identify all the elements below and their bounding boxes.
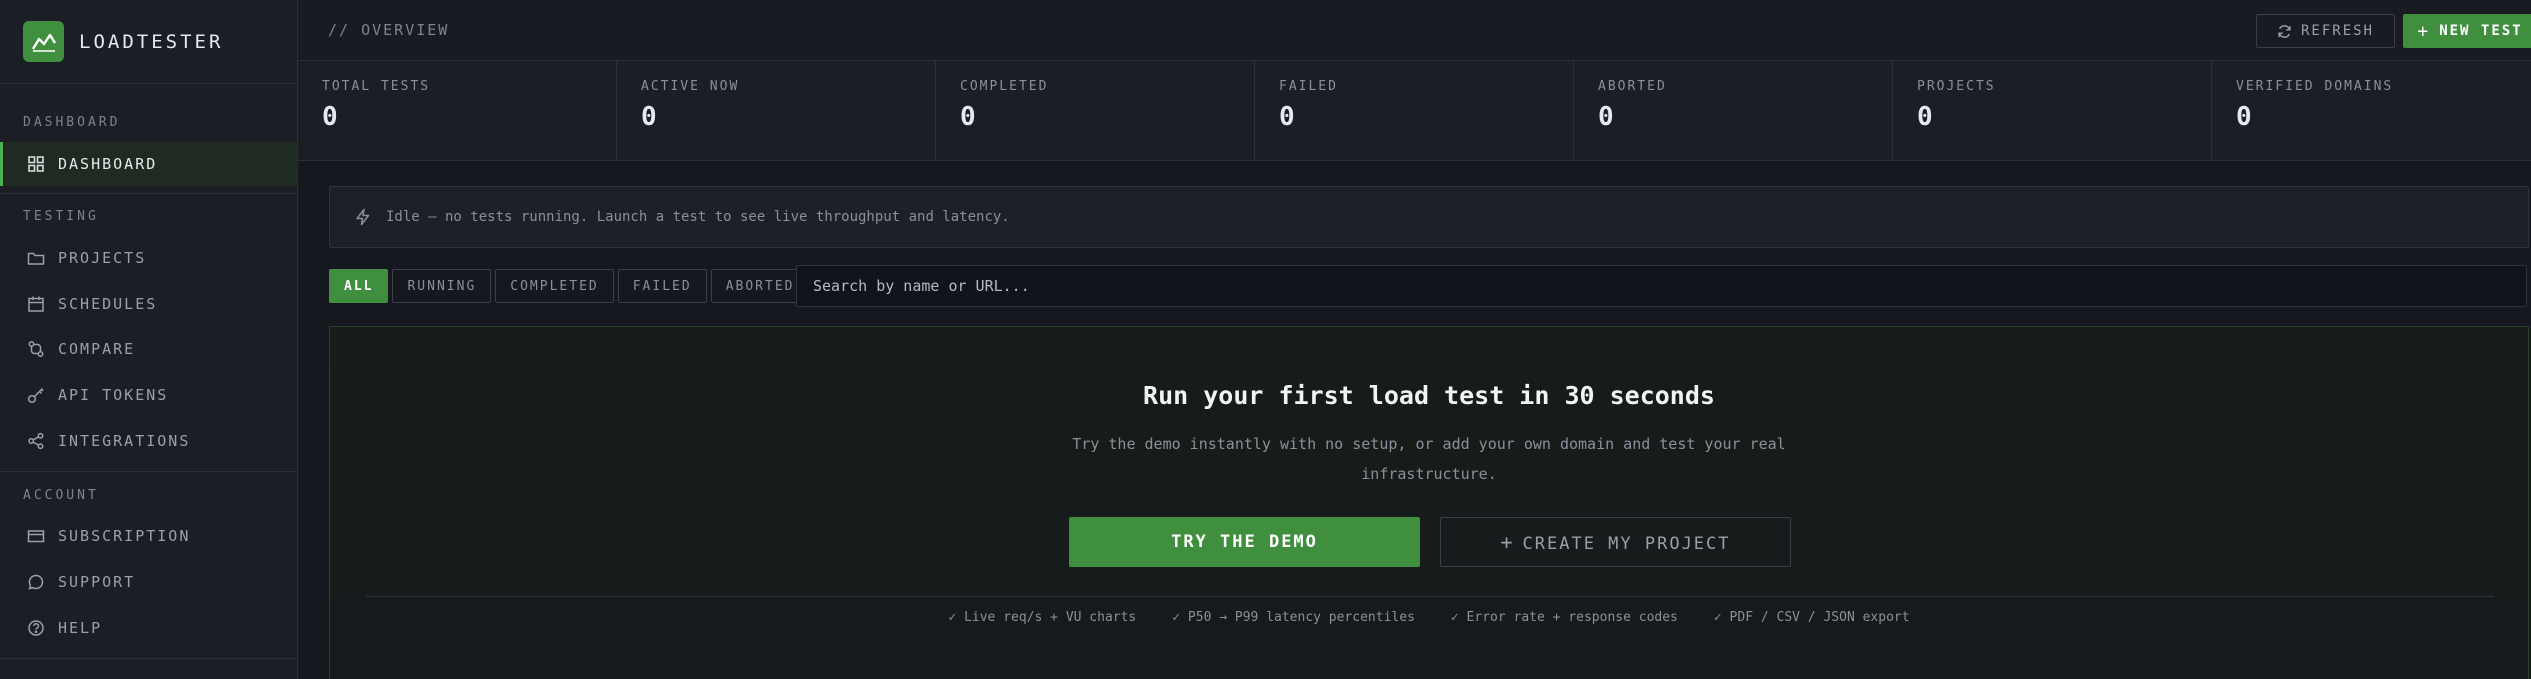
stat-value: 0 [960, 102, 976, 132]
stat-value: 0 [641, 102, 657, 132]
stat-label: TOTAL TESTS [322, 79, 431, 94]
refresh-label: REFRESH [2300, 23, 2374, 39]
stat-label: COMPLETED [960, 79, 1049, 94]
sidebar-item-label: HELP [58, 619, 103, 637]
new-test-button[interactable]: + NEW TEST [2403, 14, 2531, 48]
sidebar-item-api-tokens[interactable]: API TOKENS [0, 373, 297, 417]
chat-icon [27, 573, 45, 591]
calendar-icon [27, 295, 45, 313]
stat-value: 0 [2236, 102, 2252, 132]
sidebar-item-label: COMPARE [58, 340, 136, 358]
stat-label: ACTIVE NOW [641, 79, 740, 94]
brand[interactable]: LOADTESTER [0, 0, 297, 84]
feature-item: ✓ P50 → P99 latency percentiles [1172, 610, 1415, 625]
refresh-icon [2277, 24, 2292, 39]
feature-item: ✓ Live req/s + VU charts [948, 610, 1137, 625]
filter-running[interactable]: RUNNING [392, 269, 492, 303]
sidebar-item-compare[interactable]: COMPARE [0, 327, 297, 371]
help-icon [27, 619, 45, 637]
stat-active-now: ACTIVE NOW 0 [617, 61, 936, 160]
filter-all[interactable]: ALL [329, 269, 389, 303]
filter-failed[interactable]: FAILED [617, 269, 707, 303]
stat-verified-domains: VERIFIED DOMAINS 0 [2212, 61, 2531, 160]
credit-card-icon [27, 527, 45, 545]
key-icon [27, 386, 45, 404]
refresh-button[interactable]: REFRESH [2256, 14, 2395, 48]
section-label-dashboard: DASHBOARD [23, 115, 121, 130]
sidebar-item-label: SUPPORT [58, 573, 136, 591]
empty-state-title: Run your first load test in 30 seconds [1143, 381, 1715, 410]
grid-icon [27, 155, 45, 173]
section-label-account: ACCOUNT [23, 488, 99, 503]
sidebar-item-projects[interactable]: PROJECTS [0, 236, 297, 280]
share-icon [27, 432, 45, 450]
section-label-testing: TESTING [23, 209, 99, 224]
status-filters: ALL RUNNING COMPLETED FAILED ABORTED [329, 269, 810, 303]
try-demo-button[interactable]: TRY THE DEMO [1069, 517, 1420, 567]
feature-item: ✓ PDF / CSV / JSON export [1713, 610, 1910, 625]
stat-label: PROJECTS [1917, 79, 1996, 94]
new-test-label: NEW TEST [2439, 23, 2523, 39]
stat-label: FAILED [1279, 79, 1338, 94]
compare-icon [27, 340, 45, 358]
empty-state: Run your first load test in 30 seconds T… [329, 326, 2529, 679]
stats-bar: TOTAL TESTS 0 ACTIVE NOW 0 COMPLETED 0 FAIL… [298, 61, 2531, 161]
filter-completed[interactable]: COMPLETED [495, 269, 614, 303]
lightning-icon [354, 208, 372, 226]
idle-text: Idle — no tests running. Launch a test t… [386, 209, 1010, 225]
stat-total-tests: TOTAL TESTS 0 [298, 61, 617, 160]
stat-label: VERIFIED DOMAINS [2236, 79, 2394, 94]
folder-icon [27, 249, 45, 267]
breadcrumb: // OVERVIEW [328, 21, 450, 39]
sidebar-item-label: API TOKENS [58, 386, 169, 404]
divider [366, 596, 2494, 597]
feature-item: ✓ Error rate + response codes [1450, 610, 1678, 625]
stat-value: 0 [1598, 102, 1614, 132]
brand-name: LOADTESTER [79, 30, 224, 53]
sidebar-item-label: DASHBOARD [58, 155, 158, 173]
create-project-label: CREATE MY PROJECT [1522, 534, 1731, 554]
search-input[interactable] [796, 265, 2527, 307]
sidebar-item-label: INTEGRATIONS [58, 432, 191, 450]
empty-state-description: Try the demo instantly with no setup, or… [1072, 435, 1786, 483]
sidebar-item-label: PROJECTS [58, 249, 147, 267]
idle-banner: Idle — no tests running. Launch a test t… [329, 186, 2529, 248]
feature-list: ✓ Live req/s + VU charts ✓ P50 → P99 lat… [330, 610, 2528, 625]
stat-value: 0 [1917, 102, 1933, 132]
sidebar-item-label: SUBSCRIPTION [58, 527, 191, 545]
sidebar-item-integrations[interactable]: INTEGRATIONS [0, 419, 297, 463]
sidebar-item-support[interactable]: SUPPORT [0, 560, 297, 604]
stat-completed: COMPLETED 0 [936, 61, 1255, 160]
stat-projects: PROJECTS 0 [1893, 61, 2212, 160]
sidebar-item-schedules[interactable]: SCHEDULES [0, 282, 297, 326]
stat-value: 0 [1279, 102, 1295, 132]
plus-icon: + [1500, 530, 1515, 554]
sidebar-item-subscription[interactable]: SUBSCRIPTION [0, 514, 297, 558]
topbar: // OVERVIEW REFRESH + NEW TEST [298, 0, 2531, 61]
chart-line-icon [23, 21, 64, 62]
stat-aborted: ABORTED 0 [1574, 61, 1893, 160]
main-content: // OVERVIEW REFRESH + NEW TEST TOTAL TES… [298, 0, 2531, 679]
stat-label: ABORTED [1598, 79, 1667, 94]
stat-failed: FAILED 0 [1255, 61, 1574, 160]
create-project-button[interactable]: + CREATE MY PROJECT [1440, 517, 1791, 567]
sidebar-item-label: SCHEDULES [58, 295, 158, 313]
filter-aborted[interactable]: ABORTED [710, 269, 810, 303]
sidebar-item-help[interactable]: HELP [0, 606, 297, 650]
sidebar: LOADTESTER DASHBOARD DASHBOARD TESTING P… [0, 0, 298, 679]
plus-icon: + [2417, 20, 2431, 42]
sidebar-item-dashboard[interactable]: DASHBOARD [0, 142, 297, 186]
stat-value: 0 [322, 102, 338, 132]
